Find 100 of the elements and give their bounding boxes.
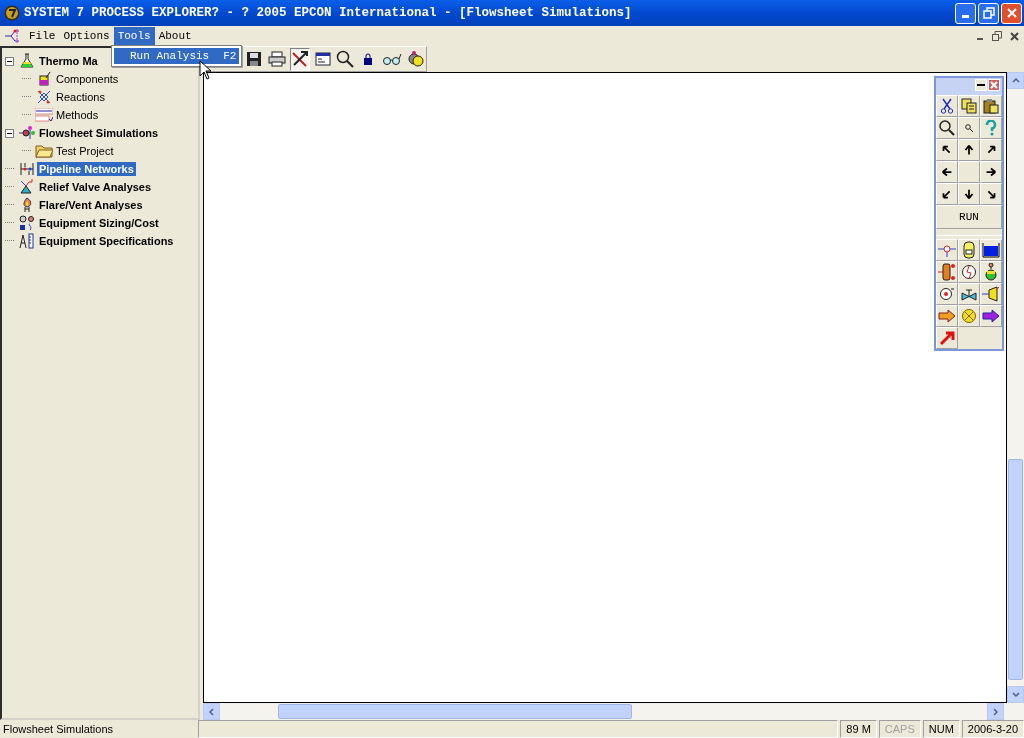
copy-icon	[961, 98, 977, 114]
tree-item[interactable]: Equipment Specifications	[37, 234, 176, 248]
tree-item[interactable]: Test Project	[54, 144, 116, 158]
close-button[interactable]	[1001, 2, 1022, 24]
menu-item[interactable]: About	[154, 26, 196, 46]
status-text: NUM	[922, 720, 960, 738]
sw-button[interactable]	[936, 183, 958, 205]
specifications-icon	[19, 233, 35, 249]
unit-button[interactable]	[980, 239, 1002, 261]
menu-item[interactable]: Options	[59, 26, 114, 46]
unit-button[interactable]	[936, 305, 958, 327]
menu-item[interactable]: File	[25, 26, 60, 46]
tree-item[interactable]: Flowsheet Simulations	[37, 126, 161, 140]
unit-button[interactable]	[936, 283, 958, 305]
e-button[interactable]	[980, 161, 1002, 183]
tree-item[interactable]: Relief Valve Analyses	[37, 180, 154, 194]
copy-button[interactable]	[958, 95, 980, 117]
unit-button[interactable]	[958, 261, 980, 283]
compressor-icon	[982, 286, 1000, 302]
close-icon	[990, 81, 998, 89]
flowsheet-icon[interactable]	[3, 28, 21, 44]
zoom-in-button[interactable]	[936, 117, 958, 139]
se-button[interactable]	[980, 183, 1002, 205]
unit-button[interactable]	[980, 283, 1002, 305]
status-text: Flowsheet Simulations	[2, 722, 115, 737]
tree-item[interactable]: Methods	[54, 108, 101, 122]
help-icon	[985, 120, 997, 136]
arrow-up-right-icon	[939, 330, 955, 346]
ne-button[interactable]	[980, 139, 1002, 161]
tools-button[interactable]	[289, 47, 310, 71]
scrollbar-thumb[interactable]	[1008, 459, 1023, 681]
unit-button[interactable]	[980, 305, 1002, 327]
unit-button[interactable]	[958, 239, 980, 261]
arrow-right-icon	[938, 309, 956, 323]
tree-item[interactable]: Flare/Vent Analyses	[37, 198, 145, 212]
horizontal-scrollbar[interactable]	[203, 703, 1024, 720]
restore-icon	[982, 7, 995, 19]
tree-item[interactable]: Reactions	[54, 90, 107, 104]
scrollbar-thumb[interactable]	[277, 704, 633, 719]
unit-button[interactable]	[936, 327, 958, 349]
unit-button[interactable]	[958, 283, 980, 305]
flask-icon	[984, 263, 998, 281]
run-button[interactable]: RUN	[936, 205, 1002, 229]
tree-item[interactable]: Equipment Sizing/Cost	[37, 216, 161, 230]
app-logo-icon	[4, 5, 20, 21]
restore-button[interactable]	[989, 29, 1005, 43]
reaction-icon	[36, 89, 52, 105]
arrow-right-icon	[982, 309, 1000, 323]
tree-item[interactable]: Thermo Ma	[37, 54, 100, 68]
close-icon	[1005, 7, 1018, 19]
arrow-e-icon	[984, 165, 998, 179]
menu-item[interactable]: Tools	[113, 26, 155, 46]
n-button[interactable]	[958, 139, 980, 161]
w-button[interactable]	[936, 161, 958, 183]
search-icon	[336, 50, 355, 68]
flask-icon	[19, 53, 35, 69]
paste-icon	[983, 98, 999, 114]
lock-icon	[363, 53, 374, 65]
vertical-scrollbar[interactable]	[1007, 72, 1024, 703]
palette-cell[interactable]	[958, 161, 980, 183]
unit-button[interactable]	[980, 261, 1002, 283]
collapse-icon[interactable]	[5, 128, 14, 138]
arrow-n-icon	[962, 143, 976, 157]
pipeline-icon	[19, 161, 35, 177]
collapse-icon[interactable]	[5, 56, 14, 66]
status-text: 89 M	[840, 720, 877, 738]
tank-icon	[982, 242, 1000, 258]
window-title: SYSTEM 7 PROCESS EXPLORER? - ? 2005 EPCON International - [Flowsheet Simulations]	[24, 6, 633, 20]
cut-button[interactable]	[936, 95, 958, 117]
close-icon	[1009, 31, 1019, 41]
nw-button[interactable]	[936, 139, 958, 161]
paste-button[interactable]	[980, 95, 1002, 117]
mixer-icon	[938, 243, 956, 257]
minimize-button[interactable]	[975, 79, 987, 91]
methods-icon	[35, 108, 53, 122]
pump-icon	[939, 287, 955, 301]
drum-icon	[963, 241, 975, 259]
close-button[interactable]	[988, 79, 1000, 91]
tree-item[interactable]: Pipeline Networks	[37, 162, 136, 176]
crossed-circle-icon	[961, 308, 977, 324]
valve-icon	[961, 287, 977, 301]
magnifier-icon	[965, 124, 973, 132]
printer-icon	[267, 51, 286, 67]
minimize-icon	[962, 15, 969, 18]
tree-item[interactable]: Components	[54, 72, 121, 86]
folder-icon	[35, 144, 53, 158]
column-icon	[938, 263, 956, 281]
unit-button[interactable]	[936, 261, 958, 283]
s-button[interactable]	[958, 183, 980, 205]
gauge-icon	[961, 264, 977, 280]
glasses-icon	[382, 52, 402, 66]
unit-button[interactable]	[958, 305, 980, 327]
zoom-out-button[interactable]	[958, 117, 980, 139]
valve-icon	[19, 179, 35, 195]
window-icon	[314, 52, 331, 66]
equipment-icon	[19, 215, 35, 231]
save-icon	[245, 51, 262, 67]
restore-button[interactable]	[978, 2, 999, 24]
restore-icon	[992, 31, 1002, 41]
menu-item[interactable]: Run Analysis F2	[114, 48, 239, 64]
